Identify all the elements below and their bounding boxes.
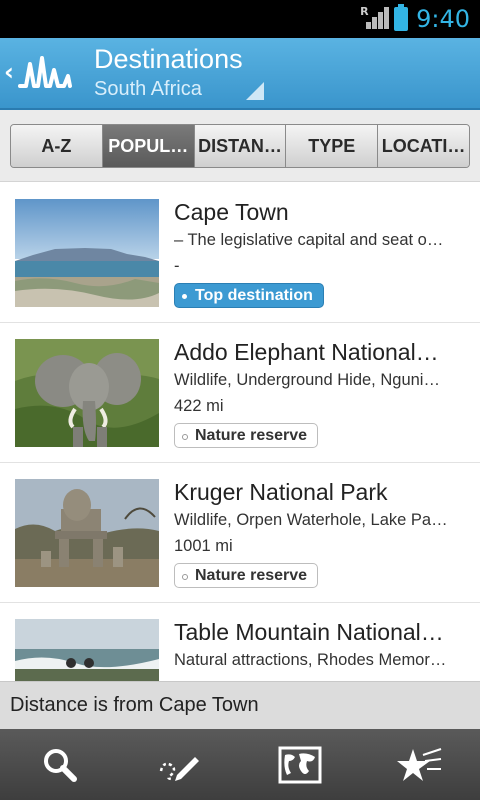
list-item[interactable]: Addo Elephant National… Wildlife, Underg… [0, 323, 480, 463]
favorites-button[interactable] [360, 729, 480, 800]
destination-distance: - [174, 257, 180, 275]
destination-distance: 422 mi [174, 397, 224, 415]
page-title: Destinations [94, 44, 243, 74]
distance-note: Distance is from Cape Town [0, 681, 480, 729]
itinerary-button[interactable] [120, 729, 240, 800]
tab-distance[interactable]: DISTAN… [193, 125, 286, 167]
destination-thumbnail [15, 339, 159, 447]
tab-a-z[interactable]: A-Z [11, 125, 102, 167]
bottom-navigation [0, 729, 480, 800]
destination-description: – The legislative capital and seat o… [174, 231, 444, 249]
search-icon [44, 748, 77, 782]
list-item[interactable]: Kruger National Park Wildlife, Orpen Wat… [0, 463, 480, 603]
map-button[interactable] [240, 729, 360, 800]
pencil-path-icon [159, 756, 199, 781]
destination-thumbnail [15, 619, 159, 681]
category-badge: Top destination [174, 283, 324, 308]
spinner-triangle-icon[interactable] [246, 82, 264, 100]
back-chevron-icon[interactable]: ‹ [4, 58, 14, 86]
destination-description: Wildlife, Orpen Waterhole, Lake Pa… [174, 511, 448, 529]
starred-icon [397, 747, 442, 781]
app-logo-icon[interactable] [18, 54, 72, 94]
destination-title: Table Mountain National… [174, 619, 444, 645]
sort-tab-bar: A-Z POPUL… DISTAN… TYPE LOCATI… [0, 110, 480, 182]
destination-description: Wildlife, Underground Hide, Nguni… [174, 371, 440, 389]
status-bar: R 9:40 [0, 0, 480, 38]
category-badge: Nature reserve [174, 563, 319, 588]
category-badge: Nature reserve [174, 423, 319, 448]
region-selector[interactable]: South Africa [94, 78, 202, 101]
tab-type[interactable]: TYPE [285, 125, 378, 167]
search-button[interactable] [0, 729, 120, 800]
destination-distance: 1001 mi [174, 537, 233, 555]
tab-popular[interactable]: POPUL… [101, 125, 194, 167]
destination-description: Natural attractions, Rhodes Memor… [174, 651, 447, 669]
tab-location[interactable]: LOCATI… [377, 125, 469, 167]
battery-icon [394, 4, 409, 31]
destination-thumbnail [15, 479, 159, 587]
signal-icon: R [360, 5, 390, 31]
roaming-indicator: R [360, 5, 369, 18]
destination-thumbnail [15, 199, 159, 307]
destination-title: Cape Town [174, 199, 289, 225]
destination-list[interactable]: Cape Town – The legislative capital and … [0, 183, 480, 681]
destination-title: Addo Elephant National… [174, 339, 439, 365]
list-item[interactable]: Cape Town – The legislative capital and … [0, 183, 480, 323]
clock: 9:40 [416, 5, 470, 33]
destination-title: Kruger National Park [174, 479, 388, 505]
list-item[interactable]: Table Mountain National… Natural attract… [0, 603, 480, 681]
action-bar: ‹ Destinations South Africa [0, 38, 480, 110]
world-map-icon [278, 746, 322, 783]
